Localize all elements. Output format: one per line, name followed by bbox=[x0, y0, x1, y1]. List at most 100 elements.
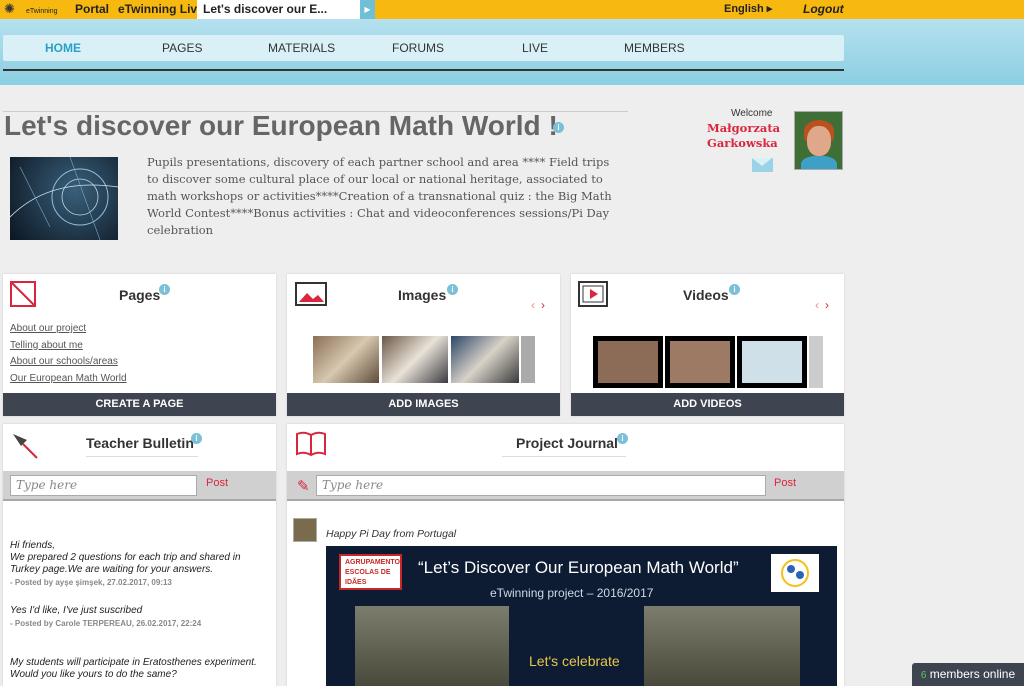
image-thumbnail[interactable] bbox=[451, 336, 519, 383]
project-image-art bbox=[10, 157, 118, 240]
avatar-face bbox=[807, 126, 831, 156]
nav-divider bbox=[3, 69, 844, 71]
add-videos-button[interactable]: ADD VIDEOS bbox=[571, 393, 844, 416]
nav-band: HOME PAGES MATERIALS FORUMS LIVE MEMBERS bbox=[0, 19, 1024, 85]
journal-post-button[interactable]: Post bbox=[774, 477, 796, 489]
members-online-label: members online bbox=[929, 667, 1016, 681]
teacher-bulletin: Teacher Bulletin i Type here Post Hi fri… bbox=[3, 424, 276, 686]
image-icon bbox=[295, 282, 327, 306]
logo-text: eTwinning bbox=[26, 8, 58, 15]
bulletin-post: Yes I'd like, I've just suscribed - Post… bbox=[10, 605, 272, 630]
avatar-body bbox=[801, 156, 837, 169]
project-description: Pupils presentations, discovery of each … bbox=[147, 155, 612, 237]
video-thumbnail[interactable] bbox=[665, 336, 735, 388]
page-link-about-project[interactable]: About our project bbox=[10, 321, 127, 338]
video-thumbnail[interactable] bbox=[737, 336, 807, 388]
bulletin-title-underline bbox=[86, 456, 198, 457]
journal-title: Project Journal bbox=[516, 435, 618, 451]
journal-banner-image[interactable]: AGRUPAMENTO ESCOLAS DE IDÃES “Let’s Disc… bbox=[326, 546, 837, 686]
nav-forums[interactable]: FORUMS bbox=[392, 41, 444, 55]
video-icon bbox=[578, 281, 608, 307]
language-label: English bbox=[724, 3, 764, 15]
video-thumbnail[interactable] bbox=[809, 336, 823, 388]
user-first-name: Małgorzata bbox=[707, 121, 781, 135]
bulletin-info-icon[interactable]: i bbox=[191, 433, 202, 444]
page-title: Let's discover our European Math World ! bbox=[4, 110, 558, 141]
info-icon[interactable]: i bbox=[553, 122, 564, 133]
project-image bbox=[10, 157, 118, 240]
page-link-telling-about-me[interactable]: Telling about me bbox=[10, 338, 127, 355]
welcome-label: Welcome bbox=[731, 108, 773, 119]
prev-arrow-icon[interactable]: ‹ bbox=[815, 298, 819, 312]
portal-link[interactable]: Portal bbox=[75, 2, 109, 16]
language-selector[interactable]: English ▸ bbox=[724, 2, 772, 15]
bulletin-title: Teacher Bulletin bbox=[86, 435, 194, 451]
school-logo: AGRUPAMENTO ESCOLAS DE IDÃES bbox=[339, 554, 402, 590]
journal-info-icon[interactable]: i bbox=[617, 433, 628, 444]
videos-carousel-arrows[interactable]: ‹ › bbox=[815, 298, 829, 312]
active-project-tab[interactable]: Let's discover our E... bbox=[197, 0, 360, 19]
banner-photo-right bbox=[644, 606, 800, 686]
book-icon bbox=[296, 431, 326, 457]
etwinning-logo[interactable]: ✺ eTwinning bbox=[2, 0, 60, 19]
etwinning-banner-logo bbox=[771, 554, 819, 592]
journal-title-underline bbox=[502, 456, 626, 457]
page-link-schools-areas[interactable]: About our schools/areas bbox=[10, 354, 127, 371]
bulletin-post: Hi friends, We prepared 2 questions for … bbox=[10, 528, 272, 601]
image-thumbnail[interactable] bbox=[313, 336, 379, 383]
bulletin-input[interactable]: Type here bbox=[10, 475, 197, 496]
members-online-count: 6 bbox=[920, 670, 927, 681]
logout-link[interactable]: Logout bbox=[803, 2, 844, 16]
next-arrow-icon[interactable]: › bbox=[825, 298, 829, 312]
banner-subtitle: eTwinning project – 2016/2017 bbox=[490, 586, 654, 600]
etwinning-stars-icon bbox=[781, 559, 809, 587]
pages-card: Pages i About our project Telling about … bbox=[3, 274, 276, 416]
video-thumbnail[interactable] bbox=[593, 336, 663, 388]
images-title: Images bbox=[398, 287, 447, 303]
etwinning-live-link[interactable]: eTwinning Live bbox=[118, 2, 204, 16]
page-link-math-world[interactable]: Our European Math World bbox=[10, 371, 127, 388]
videos-info-icon[interactable]: i bbox=[729, 284, 740, 295]
bulletin-post-text: Hi friends, We prepared 2 questions for … bbox=[10, 540, 241, 575]
journal-post-row: ✎ Type here Post bbox=[287, 471, 844, 501]
nav-home[interactable]: HOME bbox=[45, 41, 81, 55]
images-carousel-arrows[interactable]: ‹ › bbox=[531, 298, 545, 312]
create-page-button[interactable]: CREATE A PAGE bbox=[3, 393, 276, 416]
attach-icon[interactable]: ✎ bbox=[297, 477, 310, 495]
bulletin-post: My students will participate in Eratosth… bbox=[10, 657, 272, 681]
journal-input[interactable]: Type here bbox=[316, 475, 766, 496]
user-avatar[interactable] bbox=[794, 111, 843, 170]
tab-arrow-icon[interactable]: ▶ bbox=[360, 0, 375, 19]
nav-pages[interactable]: PAGES bbox=[162, 41, 202, 55]
pages-list: About our project Telling about me About… bbox=[10, 321, 127, 387]
images-card: Images i ‹ › ADD IMAGES bbox=[287, 274, 560, 416]
journal-entry-text: Happy Pi Day from Portugal bbox=[326, 528, 457, 540]
bulletin-post-row: Type here Post bbox=[3, 471, 276, 501]
bulletin-post-meta: - Posted by ayşe şimşek, 27.02.2017, 09:… bbox=[10, 578, 172, 587]
nav-materials[interactable]: MATERIALS bbox=[268, 41, 335, 55]
banner-celebrate-text: Let's celebrate bbox=[529, 653, 620, 669]
user-name[interactable]: Małgorzata Garkowska bbox=[707, 121, 781, 151]
images-info-icon[interactable]: i bbox=[447, 284, 458, 295]
mail-icon[interactable] bbox=[752, 158, 773, 172]
banner-photo-left bbox=[355, 606, 509, 686]
main-nav: HOME PAGES MATERIALS FORUMS LIVE MEMBERS bbox=[3, 35, 844, 61]
bulletin-post-text: Yes I'd like, I've just suscribed bbox=[10, 605, 143, 616]
add-images-button[interactable]: ADD IMAGES bbox=[287, 393, 560, 416]
nav-live[interactable]: LIVE bbox=[522, 41, 548, 55]
prev-arrow-icon[interactable]: ‹ bbox=[531, 298, 535, 312]
videos-card: Videos i ‹ › ADD VIDEOS bbox=[571, 274, 844, 416]
bulletin-post-button[interactable]: Post bbox=[206, 477, 228, 489]
etwinning-logo-icon: ✺ bbox=[4, 1, 15, 16]
user-last-name: Garkowska bbox=[707, 136, 778, 150]
image-thumbnail[interactable] bbox=[521, 336, 535, 383]
journal-author-avatar[interactable] bbox=[293, 518, 317, 542]
pin-icon bbox=[13, 434, 38, 459]
pages-info-icon[interactable]: i bbox=[159, 284, 170, 295]
image-thumbnail[interactable] bbox=[382, 336, 448, 383]
members-online-widget[interactable]: 6 members online bbox=[912, 663, 1024, 686]
nav-members[interactable]: MEMBERS bbox=[624, 41, 685, 55]
flag-icon bbox=[10, 281, 36, 307]
next-arrow-icon[interactable]: › bbox=[541, 298, 545, 312]
pages-title: Pages bbox=[119, 287, 161, 303]
